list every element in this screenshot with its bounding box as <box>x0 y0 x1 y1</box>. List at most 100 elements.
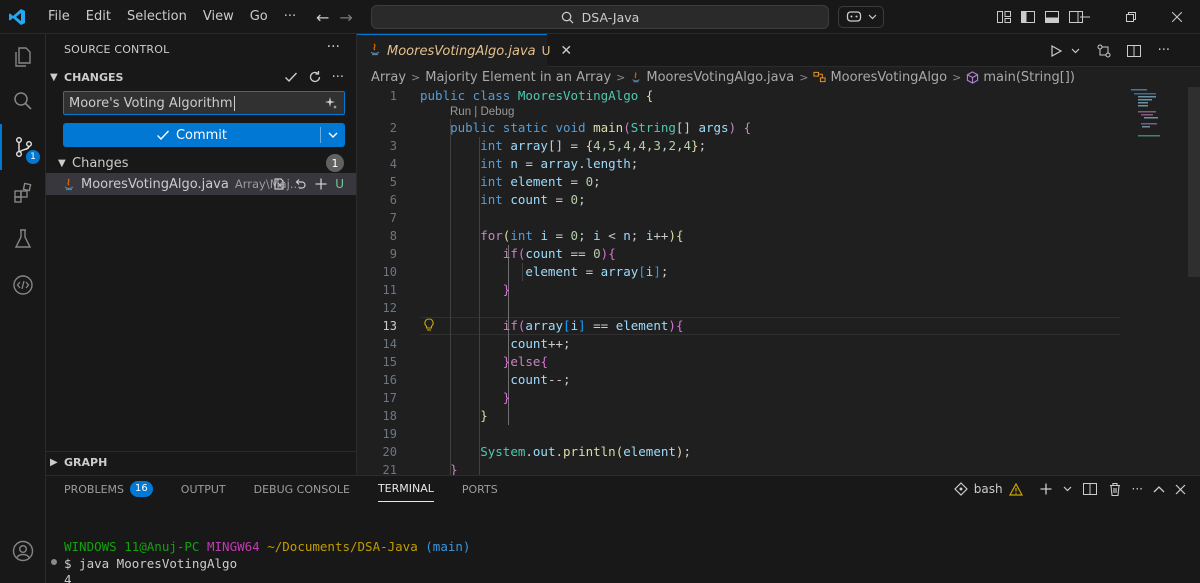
command-center-search[interactable]: DSA-Java <box>371 5 829 29</box>
menu-file[interactable]: File <box>40 0 78 34</box>
chevron-down-icon <box>868 14 876 20</box>
vertical-scrollbar[interactable] <box>1188 87 1200 277</box>
editor-tab-active[interactable]: MooresVotingAlgo.java U ✕ <box>357 34 572 67</box>
command-decoration-icon <box>51 559 57 565</box>
more-actions-icon[interactable]: ··· <box>1158 43 1170 58</box>
menu-view[interactable]: View <box>195 0 242 34</box>
source-control-icon[interactable]: 1 <box>0 124 46 170</box>
source-control-sidebar: SOURCE CONTROL ··· ▼ CHANGES ··· Moore's… <box>46 34 357 475</box>
refresh-icon[interactable] <box>308 70 322 84</box>
code-line: count--; <box>510 372 571 387</box>
graph-section-header[interactable]: ▶ GRAPH <box>46 451 356 473</box>
code-line: } <box>502 390 511 405</box>
chevron-down-icon[interactable] <box>1063 486 1072 492</box>
minimize-icon[interactable] <box>1062 0 1108 34</box>
line-number: 18 <box>382 409 397 423</box>
line-number: 8 <box>389 229 397 243</box>
search-text: DSA-Java <box>581 9 640 25</box>
more-actions-icon[interactable]: ··· <box>1132 482 1143 496</box>
testing-flask-icon[interactable] <box>0 216 46 262</box>
code-line: if(count == 0){ <box>502 246 616 261</box>
toggle-primary-sidebar-icon[interactable] <box>1020 9 1036 25</box>
chevron-down-icon[interactable] <box>1071 48 1080 54</box>
tab-output[interactable]: OUTPUT <box>181 476 226 502</box>
explorer-icon[interactable] <box>0 34 46 80</box>
stage-changes-icon[interactable] <box>314 177 328 191</box>
shell-name: bash <box>973 482 1003 496</box>
tab-problems[interactable]: PROBLEMS 16 <box>64 476 153 502</box>
changed-file-item[interactable]: MooresVotingAlgo.java Array\Maj... U <box>46 173 356 195</box>
back-arrow-icon[interactable]: ← <box>316 8 329 27</box>
breadcrumb-file[interactable]: MooresVotingAlgo.java <box>630 70 794 85</box>
forward-arrow-icon[interactable]: → <box>339 8 352 27</box>
changes-section-header[interactable]: ▼ CHANGES ··· <box>46 66 356 88</box>
commit-dropdown-button[interactable] <box>321 132 345 139</box>
line-number: 7 <box>389 211 397 225</box>
more-actions-icon[interactable]: ··· <box>332 70 344 85</box>
breadcrumb-method[interactable]: main(String[]) <box>966 70 1075 85</box>
window-controls <box>1062 0 1200 34</box>
split-terminal-icon[interactable] <box>1082 481 1098 497</box>
copilot-button[interactable] <box>838 6 884 28</box>
sparkle-icon[interactable] <box>324 96 338 110</box>
open-file-icon[interactable] <box>272 177 286 191</box>
line-number: 12 <box>382 301 397 315</box>
run-icon[interactable] <box>1049 44 1063 58</box>
breadcrumb-item[interactable]: Majority Element in an Array <box>425 70 611 85</box>
search-activity-icon[interactable] <box>0 78 46 124</box>
breadcrumb-method-label: main(String[]) <box>983 69 1075 85</box>
toggle-panel-icon[interactable] <box>1044 9 1060 25</box>
open-changes-icon[interactable] <box>1096 43 1112 59</box>
chevron-right-icon: > <box>952 70 962 84</box>
trash-icon[interactable] <box>1108 482 1122 497</box>
checkmark-icon[interactable] <box>284 70 298 84</box>
terminal-path: ~/Documents/DSA-Java <box>267 539 418 554</box>
terminal-output[interactable]: WINDOWS 11@Anuj-PC MINGW64 ~/Documents/D… <box>64 539 470 583</box>
chevron-down-icon: ▼ <box>50 71 58 83</box>
breadcrumb-item[interactable]: Array <box>371 70 406 85</box>
discard-changes-icon[interactable] <box>293 177 307 191</box>
tab-debug-console[interactable]: DEBUG CONSOLE <box>254 476 350 502</box>
breadcrumb-class[interactable]: MooresVotingAlgo <box>813 70 947 85</box>
menu-bar: File Edit Selection View Go ··· <box>40 0 304 34</box>
tab-ports[interactable]: PORTS <box>462 476 498 502</box>
minimap[interactable] <box>1126 87 1186 475</box>
close-panel-icon[interactable] <box>1175 484 1186 495</box>
terminal-command: $ java MooresVotingAlgo <box>64 555 238 571</box>
code-line: count++; <box>510 336 571 351</box>
code-editor[interactable]: 1 2 3 4 5 6 7 8 9 10 11 12 13 14 15 16 1… <box>357 87 1200 475</box>
line-number: 15 <box>382 355 397 369</box>
commit-button[interactable]: Commit <box>63 123 345 147</box>
new-terminal-icon[interactable] <box>1039 482 1053 496</box>
line-number: 20 <box>382 445 397 459</box>
terminal-system: MINGW64 <box>207 539 260 554</box>
split-editor-icon[interactable] <box>1126 43 1142 59</box>
menu-selection[interactable]: Selection <box>119 0 195 34</box>
maximize-panel-icon[interactable] <box>1153 485 1165 493</box>
commit-message-input[interactable]: Moore's Voting Algorithm <box>63 91 345 115</box>
menu-go[interactable]: Go <box>242 0 276 34</box>
chevron-right-icon: ▶ <box>50 457 58 468</box>
line-number: 19 <box>382 427 397 441</box>
chevron-right-icon: > <box>411 70 421 84</box>
account-icon[interactable] <box>0 528 46 574</box>
java-file-icon <box>62 177 78 191</box>
close-window-icon[interactable] <box>1154 0 1200 34</box>
remote-explorer-icon[interactable] <box>0 262 46 308</box>
code-line: int element = 0; <box>480 174 601 189</box>
restore-icon[interactable] <box>1108 0 1154 34</box>
sidebar-title: SOURCE CONTROL <box>64 43 170 56</box>
customize-layout-icon[interactable] <box>996 9 1012 25</box>
tab-terminal[interactable]: TERMINAL <box>377 476 434 502</box>
changes-group[interactable]: ▼ Changes 1 <box>46 152 356 174</box>
more-actions-icon[interactable]: ··· <box>327 39 340 55</box>
commit-message-text: Moore's Voting Algorithm <box>69 95 233 111</box>
extensions-icon[interactable] <box>0 170 46 216</box>
close-tab-icon[interactable]: ✕ <box>560 43 572 59</box>
menu-more[interactable]: ··· <box>276 0 304 34</box>
menu-edit[interactable]: Edit <box>78 0 119 34</box>
panel-actions: bash ··· <box>953 476 1186 502</box>
graph-label: GRAPH <box>64 456 108 469</box>
line-number: 14 <box>382 337 397 351</box>
terminal-shell-selector[interactable]: bash <box>953 482 1023 496</box>
